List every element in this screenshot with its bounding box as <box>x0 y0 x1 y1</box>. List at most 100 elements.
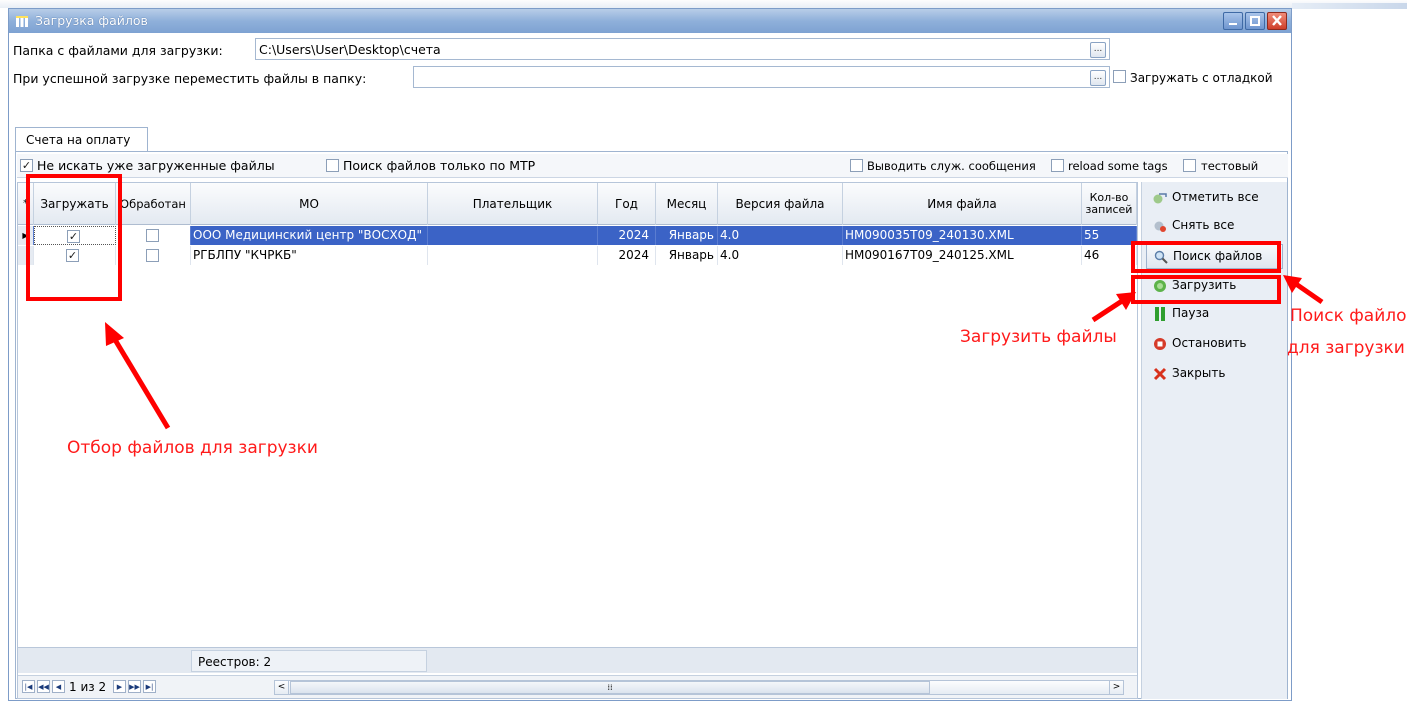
first-record-button[interactable]: |◀ <box>22 680 35 693</box>
check-all-button[interactable]: Отметить все <box>1146 186 1283 211</box>
browse-move-folder-button[interactable]: ... <box>1090 70 1106 86</box>
upload-files-window: Загрузка файлов Папка с файлами для загр… <box>8 8 1292 701</box>
debug-label: Загружать с отладкой <box>1130 71 1273 85</box>
pager-position: 1 из 2 <box>69 680 107 694</box>
processed-cell <box>116 226 191 245</box>
prev-page-button[interactable]: ◀◀ <box>37 680 50 693</box>
close-icon <box>1153 367 1167 381</box>
pause-button[interactable]: Пауза <box>1146 302 1283 327</box>
check-all-icon <box>1153 193 1167 204</box>
scroll-right-icon[interactable]: > <box>1109 681 1123 694</box>
minimize-icon <box>1229 23 1237 25</box>
folder-label: Папка с файлами для загрузки: <box>13 43 223 58</box>
move-folder-label: При успешной загрузке переместить файлы … <box>13 71 367 86</box>
tab-invoices[interactable]: Счета на оплату <box>15 127 148 152</box>
stop-button[interactable]: Остановить <box>1146 332 1283 357</box>
service-messages-checkbox[interactable] <box>850 159 863 172</box>
maximize-icon <box>1250 16 1260 26</box>
grid-header: * Загружать Обработан МО Плательщик Год … <box>18 183 1137 225</box>
reload-tags-label: reload some tags <box>1068 159 1168 173</box>
form-area: Папка с файлами для загрузки: C:\Users\U… <box>9 33 1291 700</box>
test-label: тестовый <box>1201 159 1259 173</box>
next-record-button[interactable]: ▶ <box>113 680 126 693</box>
grid-footer: Реестров: 2 <box>18 647 1137 673</box>
pause-label: Пауза <box>1172 306 1210 320</box>
col-payer-header[interactable]: Плательщик <box>428 183 598 225</box>
debug-checkbox[interactable] <box>1113 70 1126 83</box>
maximize-button[interactable] <box>1245 12 1265 30</box>
uncheck-all-icon <box>1154 221 1166 232</box>
payer-cell[interactable] <box>428 246 598 265</box>
count-cell[interactable]: 46 <box>1082 246 1137 265</box>
stop-icon <box>1154 338 1166 350</box>
close-button[interactable]: Закрыть <box>1146 362 1283 387</box>
highlight-search-button <box>1131 241 1281 273</box>
year-cell[interactable]: 2024 <box>598 246 656 265</box>
payer-cell[interactable] <box>428 226 598 245</box>
registry-count: Реестров: 2 <box>191 650 427 672</box>
col-filename-header[interactable]: Имя файла <box>843 183 1082 225</box>
desktop-top-strip-right <box>1292 3 1407 9</box>
window-title: Загрузка файлов <box>35 13 148 28</box>
filename-cell[interactable]: HM090167T09_240125.XML <box>843 246 1082 265</box>
processed-checkbox <box>146 249 159 262</box>
prev-record-button[interactable]: ◀ <box>52 680 65 693</box>
folder-input-value: C:\Users\User\Desktop\счета <box>259 42 441 57</box>
desktop-top-strip <box>0 0 1407 8</box>
highlight-load-button <box>1131 275 1281 304</box>
title-bar[interactable]: Загрузка файлов <box>9 9 1291 33</box>
last-record-button[interactable]: ▶| <box>143 680 156 693</box>
col-processed-header[interactable]: Обработан <box>116 183 191 225</box>
pause-icon <box>1155 307 1165 321</box>
options-bar: ✓ Не искать уже загруженные файлы Поиск … <box>17 154 1288 178</box>
processed-cell <box>116 246 191 265</box>
annotation-search-line1: Поиск файлов <box>1290 306 1407 326</box>
tab-invoices-label: Счета на оплату <box>26 133 131 147</box>
scroll-thumb[interactable]: ⁞⁞ <box>290 681 930 694</box>
version-cell[interactable]: 4.0 <box>718 246 843 265</box>
close-x-icon <box>1272 15 1282 26</box>
close-window-button[interactable] <box>1267 12 1287 30</box>
table-row[interactable]: ▶ ✓ ООО Медицинский центр "ВОСХОД" 2024 … <box>18 226 1137 245</box>
count-cell[interactable]: 55 <box>1082 226 1137 245</box>
col-mo-header[interactable]: МО <box>191 183 428 225</box>
uncheck-all-button[interactable]: Снять все <box>1146 214 1283 239</box>
check-all-label: Отметить все <box>1172 190 1259 204</box>
highlight-load-column <box>26 174 122 301</box>
close-label: Закрыть <box>1172 366 1226 380</box>
browse-folder-button[interactable]: ... <box>1090 42 1106 58</box>
processed-checkbox <box>146 229 159 242</box>
reload-tags-checkbox[interactable] <box>1051 159 1064 172</box>
tab-panel: ✓ Не искать уже загруженные файлы Поиск … <box>15 151 1288 699</box>
minimize-button[interactable] <box>1223 12 1243 30</box>
record-navigator: |◀ ◀◀ ◀ 1 из 2 ▶ ▶▶ ▶| < ⁞⁞ > <box>18 675 1137 698</box>
service-messages-label: Выводить служ. сообщения <box>867 159 1036 173</box>
stop-label: Остановить <box>1172 336 1247 350</box>
table-row[interactable]: ✓ РГБЛПУ "КЧРКБ" 2024 Январь 4.0 HM09016… <box>18 246 1137 265</box>
month-cell[interactable]: Январь <box>656 246 718 265</box>
mo-cell[interactable]: РГБЛПУ "КЧРКБ" <box>191 246 428 265</box>
annotation-search-line2: для загрузки <box>1287 338 1405 358</box>
scroll-left-icon[interactable]: < <box>275 681 289 694</box>
mo-cell[interactable]: ООО Медицинский центр "ВОСХОД" <box>191 226 428 245</box>
annotation-load-files: Загрузить файлы <box>960 327 1117 347</box>
col-month-header[interactable]: Месяц <box>656 183 718 225</box>
test-checkbox[interactable] <box>1183 159 1196 172</box>
horizontal-scrollbar[interactable]: < ⁞⁞ > <box>274 680 1124 695</box>
version-cell[interactable]: 4.0 <box>718 226 843 245</box>
col-year-header[interactable]: Год <box>598 183 656 225</box>
mtr-only-label: Поиск файлов только по МТР <box>343 158 536 173</box>
uncheck-all-label: Снять все <box>1172 218 1235 232</box>
col-version-header[interactable]: Версия файла <box>718 183 843 225</box>
next-page-button[interactable]: ▶▶ <box>128 680 141 693</box>
month-cell[interactable]: Январь <box>656 226 718 245</box>
skip-loaded-label: Не искать уже загруженные файлы <box>37 158 275 173</box>
mtr-only-checkbox[interactable] <box>326 159 339 172</box>
year-cell[interactable]: 2024 <box>598 226 656 245</box>
col-count-header[interactable]: Кол-во записей <box>1082 183 1137 225</box>
app-icon <box>16 16 28 27</box>
filename-cell[interactable]: HM090035T09_240130.XML <box>843 226 1082 245</box>
move-folder-input[interactable] <box>413 66 1110 88</box>
folder-input[interactable]: C:\Users\User\Desktop\счета <box>255 38 1110 60</box>
skip-loaded-checkbox[interactable]: ✓ <box>20 159 33 172</box>
